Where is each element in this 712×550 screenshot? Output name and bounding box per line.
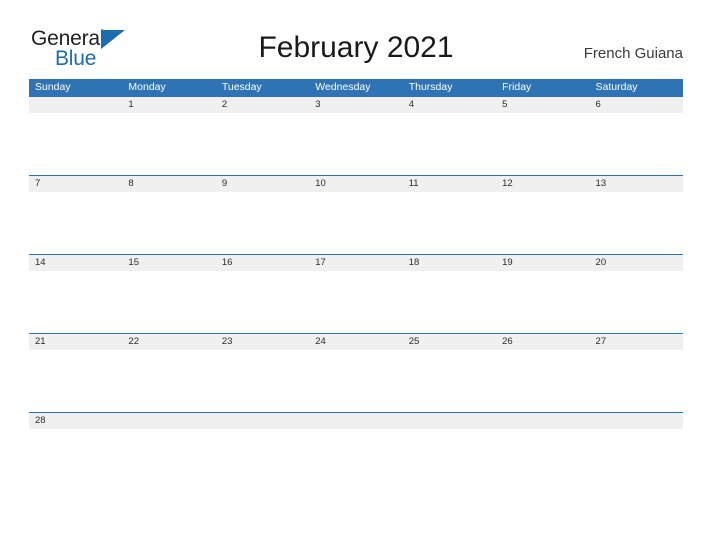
day-number[interactable]: 18 xyxy=(403,255,496,271)
day-number[interactable]: 17 xyxy=(309,255,402,271)
day-number[interactable]: 2 xyxy=(216,97,309,113)
day-cell[interactable] xyxy=(590,113,683,176)
day-number[interactable]: 24 xyxy=(309,334,402,350)
week-body-strip xyxy=(29,350,683,413)
day-cell[interactable] xyxy=(122,271,215,334)
day-number[interactable]: 16 xyxy=(216,255,309,271)
week-daynumber-strip: 14 15 16 17 18 19 20 xyxy=(29,255,683,271)
day-cell[interactable] xyxy=(29,271,122,334)
week-body-strip xyxy=(29,192,683,255)
day-cell[interactable] xyxy=(309,350,402,413)
day-cell[interactable] xyxy=(122,192,215,255)
day-cell[interactable] xyxy=(590,429,683,453)
day-cell[interactable] xyxy=(122,113,215,176)
day-number[interactable] xyxy=(496,413,589,429)
day-cell[interactable] xyxy=(216,192,309,255)
day-cell[interactable] xyxy=(590,271,683,334)
week-row: 28 xyxy=(29,412,683,453)
day-cell[interactable] xyxy=(403,271,496,334)
day-cell[interactable] xyxy=(216,429,309,453)
day-cell[interactable] xyxy=(496,429,589,453)
day-number[interactable]: 15 xyxy=(122,255,215,271)
day-cell[interactable] xyxy=(496,113,589,176)
week-body-strip xyxy=(29,271,683,334)
weekday-header-sunday: Sunday xyxy=(35,81,71,93)
day-cell[interactable] xyxy=(496,271,589,334)
day-number[interactable]: 27 xyxy=(590,334,683,350)
day-cell[interactable] xyxy=(403,113,496,176)
day-number[interactable]: 1 xyxy=(122,97,215,113)
week-body-strip xyxy=(29,113,683,176)
day-cell[interactable] xyxy=(309,271,402,334)
week-daynumber-strip: 1 2 3 4 5 6 xyxy=(29,97,683,113)
day-cell[interactable] xyxy=(309,429,402,453)
day-cell[interactable] xyxy=(403,429,496,453)
day-number[interactable]: 3 xyxy=(309,97,402,113)
day-cell[interactable] xyxy=(309,192,402,255)
weekday-header-row: Sunday Monday Tuesday Wednesday Thursday… xyxy=(29,79,683,96)
day-number[interactable]: 19 xyxy=(496,255,589,271)
day-cell[interactable] xyxy=(590,350,683,413)
week-row: 7 8 9 10 11 12 13 xyxy=(29,175,683,255)
day-cell[interactable] xyxy=(216,113,309,176)
day-cell[interactable] xyxy=(216,271,309,334)
day-number[interactable]: 14 xyxy=(29,255,122,271)
day-cell[interactable] xyxy=(29,429,122,453)
day-number[interactable]: 26 xyxy=(496,334,589,350)
day-number[interactable]: 23 xyxy=(216,334,309,350)
week-row: 1 2 3 4 5 6 xyxy=(29,96,683,176)
day-cell[interactable] xyxy=(403,350,496,413)
day-cell[interactable] xyxy=(216,350,309,413)
day-number[interactable]: 4 xyxy=(403,97,496,113)
day-number[interactable]: 11 xyxy=(403,176,496,192)
week-daynumber-strip: 21 22 23 24 25 26 27 xyxy=(29,334,683,350)
day-cell[interactable] xyxy=(496,192,589,255)
day-cell[interactable] xyxy=(122,350,215,413)
day-cell[interactable] xyxy=(496,350,589,413)
day-cell[interactable] xyxy=(29,113,122,176)
week-body-strip xyxy=(29,429,683,453)
day-number[interactable]: 7 xyxy=(29,176,122,192)
day-cell[interactable] xyxy=(590,192,683,255)
page-header: General Blue February 2021 French Guiana xyxy=(0,0,712,78)
day-number[interactable]: 21 xyxy=(29,334,122,350)
day-number[interactable]: 22 xyxy=(122,334,215,350)
day-number[interactable]: 25 xyxy=(403,334,496,350)
day-number[interactable] xyxy=(309,413,402,429)
day-cell[interactable] xyxy=(29,192,122,255)
day-number[interactable]: 6 xyxy=(590,97,683,113)
week-row: 21 22 23 24 25 26 27 xyxy=(29,333,683,413)
day-number[interactable]: 8 xyxy=(122,176,215,192)
day-number[interactable]: 12 xyxy=(496,176,589,192)
weekday-header-friday: Friday xyxy=(502,81,532,93)
day-number[interactable] xyxy=(590,413,683,429)
calendar-table: Sunday Monday Tuesday Wednesday Thursday… xyxy=(29,79,683,453)
day-number[interactable]: 13 xyxy=(590,176,683,192)
location-label: French Guiana xyxy=(583,45,683,62)
day-number[interactable]: 20 xyxy=(590,255,683,271)
day-number[interactable] xyxy=(29,97,122,113)
week-daynumber-strip: 7 8 9 10 11 12 13 xyxy=(29,176,683,192)
day-cell[interactable] xyxy=(122,429,215,453)
day-cell[interactable] xyxy=(403,192,496,255)
day-number[interactable] xyxy=(216,413,309,429)
calendar-page: General Blue February 2021 French Guiana… xyxy=(0,0,712,550)
day-number[interactable]: 28 xyxy=(29,413,122,429)
day-cell[interactable] xyxy=(29,350,122,413)
week-row: 14 15 16 17 18 19 20 xyxy=(29,254,683,334)
day-number[interactable]: 10 xyxy=(309,176,402,192)
day-number[interactable] xyxy=(122,413,215,429)
weekday-header-saturday: Saturday xyxy=(595,81,638,93)
day-number[interactable]: 9 xyxy=(216,176,309,192)
weekday-header-thursday: Thursday xyxy=(408,81,453,93)
day-number[interactable] xyxy=(403,413,496,429)
weekday-header-monday: Monday xyxy=(128,81,166,93)
week-daynumber-strip: 28 xyxy=(29,413,683,429)
weekday-header-wednesday: Wednesday xyxy=(315,81,371,93)
day-number[interactable]: 5 xyxy=(496,97,589,113)
day-cell[interactable] xyxy=(309,113,402,176)
weekday-header-tuesday: Tuesday xyxy=(221,81,262,93)
